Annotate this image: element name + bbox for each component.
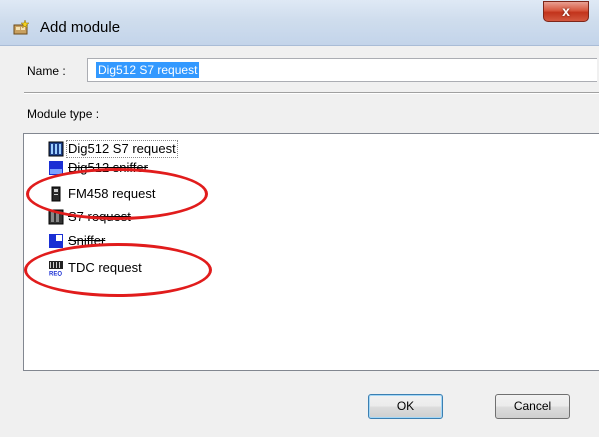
add-module-icon (13, 19, 30, 35)
cancel-button[interactable]: Cancel (495, 394, 570, 419)
module-type-label: Module type : (27, 107, 100, 121)
dig512-sniffer-icon (49, 161, 63, 175)
ok-button[interactable]: OK (368, 394, 443, 419)
list-item-label: Dig512 sniffer (68, 160, 148, 175)
list-item-label: TDC request (68, 260, 142, 275)
title-bar[interactable]: Add module x (0, 0, 599, 46)
module-type-list[interactable]: Dig512 S7 request Dig512 sniffer FM458 r… (23, 133, 599, 371)
name-input-value: Dig512 S7 request (96, 62, 200, 78)
list-item-s7-request[interactable]: S7 request (48, 207, 131, 227)
list-item-fm458-request[interactable]: FM458 request (48, 184, 155, 204)
list-item-sniffer[interactable]: Sniffer (48, 231, 105, 251)
dialog-title: Add module (40, 19, 121, 36)
separator (24, 92, 599, 94)
close-icon: x (562, 3, 570, 19)
list-item-tdc-request[interactable]: REQ TDC request (48, 258, 142, 278)
name-input[interactable]: Dig512 S7 request (87, 58, 597, 82)
list-item-label: Dig512 S7 request (66, 140, 178, 158)
fm458-icon (51, 186, 61, 202)
list-item-label: FM458 request (68, 186, 156, 201)
list-item-label: Sniffer (68, 233, 106, 248)
tdc-request-icon: REQ (49, 261, 63, 277)
list-item-dig512-sniffer[interactable]: Dig512 sniffer (48, 158, 148, 178)
add-module-dialog: Add module x Name : Dig512 S7 request Mo… (0, 0, 599, 437)
dig512-s7-icon (48, 141, 64, 157)
sniffer-icon (49, 234, 63, 248)
close-button[interactable]: x (543, 1, 589, 22)
list-item-dig512-s7-request[interactable]: Dig512 S7 request (48, 139, 178, 159)
name-label: Name : (27, 64, 66, 78)
s7-request-icon (48, 209, 64, 225)
svg-text:REQ: REQ (49, 272, 62, 277)
list-item-label: S7 request (68, 209, 131, 224)
